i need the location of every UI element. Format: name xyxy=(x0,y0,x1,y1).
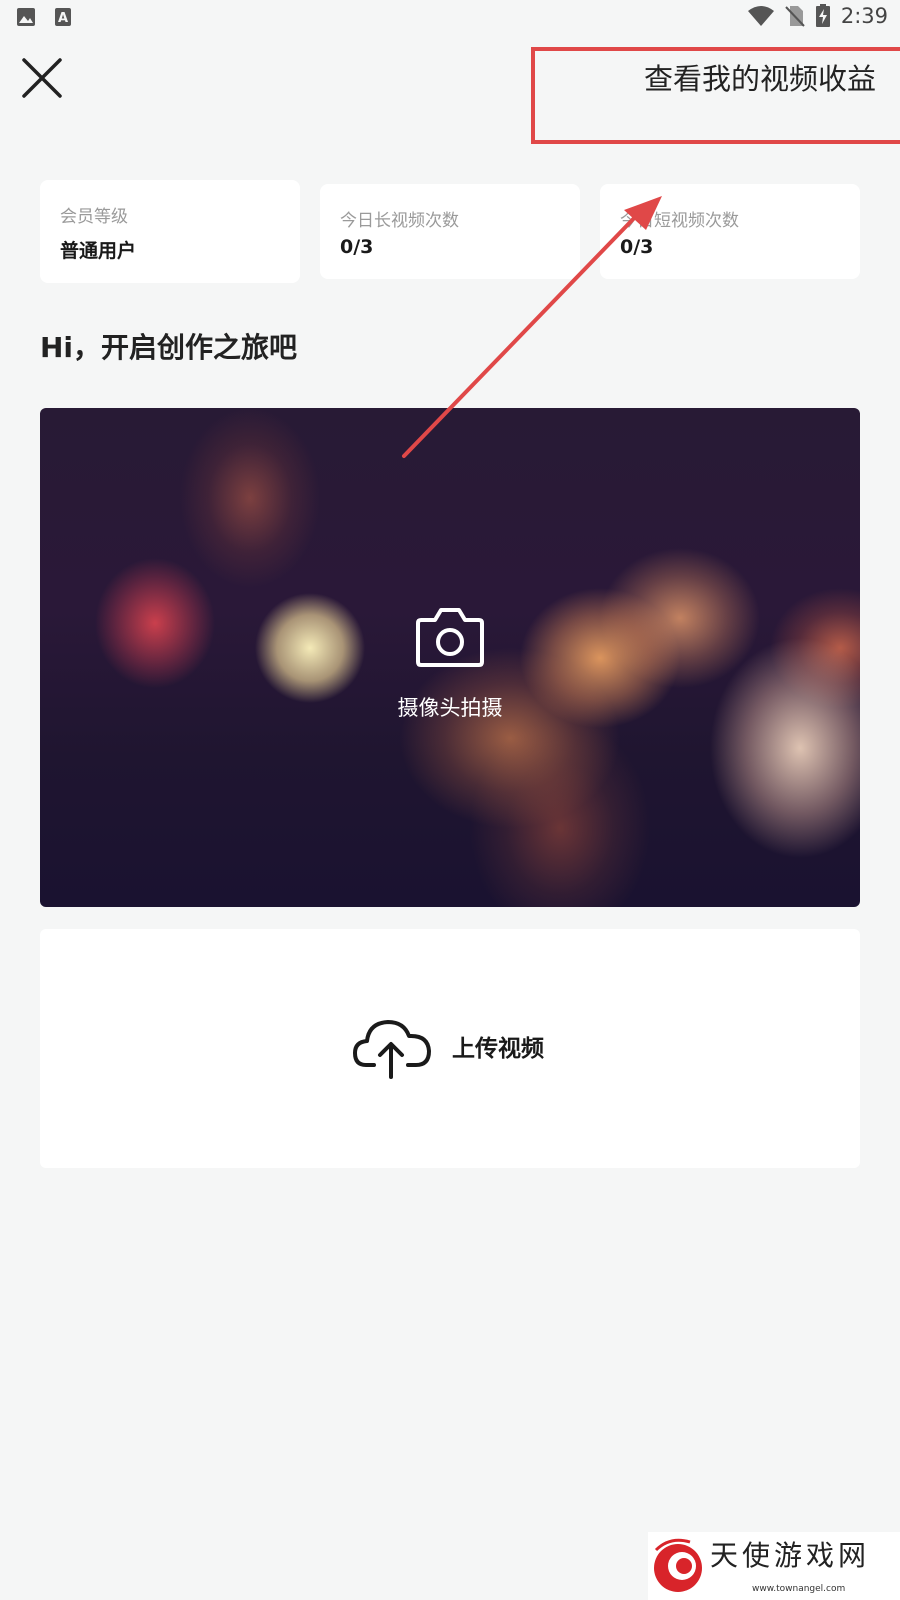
camera-icon xyxy=(416,608,484,667)
status-bar: A 2:39 xyxy=(0,0,900,36)
watermark-logo xyxy=(654,1538,702,1592)
text-a-icon: A xyxy=(55,8,71,26)
close-button[interactable] xyxy=(20,56,64,100)
greeting-heading: Hi，开启创作之旅吧 xyxy=(40,331,298,364)
upload-video-button[interactable]: 上传视频 xyxy=(40,929,860,1168)
image-icon xyxy=(17,8,35,26)
no-sim-icon xyxy=(785,6,805,27)
stat-label: 会员等级 xyxy=(60,207,128,227)
wifi-icon xyxy=(747,6,774,26)
camera-capture-button[interactable]: 摄像头拍摄 xyxy=(40,408,860,907)
view-earnings-link[interactable]: 查看我的视频收益 xyxy=(644,56,876,98)
close-icon xyxy=(22,58,62,98)
status-right-icons: 2:39 xyxy=(747,4,888,28)
stat-label: 今日长视频次数 xyxy=(340,211,459,231)
stat-card-membership: 会员等级 普通用户 xyxy=(40,180,300,283)
stat-card-long-video: 今日长视频次数 0/3 xyxy=(320,184,580,279)
battery-charging-icon xyxy=(815,4,830,27)
cloud-upload-icon xyxy=(353,1020,431,1079)
stat-value: 0/3 xyxy=(340,236,374,258)
svg-text:A: A xyxy=(58,11,68,26)
stat-label: 今日短视频次数 xyxy=(620,211,739,231)
watermark: 天使游戏网 www.townangel.com xyxy=(648,1532,900,1600)
stat-value: 0/3 xyxy=(620,236,654,258)
stat-card-short-video: 今日短视频次数 0/3 xyxy=(600,184,860,279)
camera-capture-label: 摄像头拍摄 xyxy=(397,696,503,720)
watermark-url: www.townangel.com xyxy=(752,1584,846,1594)
stat-value: 普通用户 xyxy=(60,240,137,262)
upload-video-label: 上传视频 xyxy=(452,1036,544,1062)
status-left-icons: A xyxy=(16,7,72,27)
watermark-text: 天使游戏网 xyxy=(710,1539,871,1572)
status-time: 2:39 xyxy=(840,4,888,28)
